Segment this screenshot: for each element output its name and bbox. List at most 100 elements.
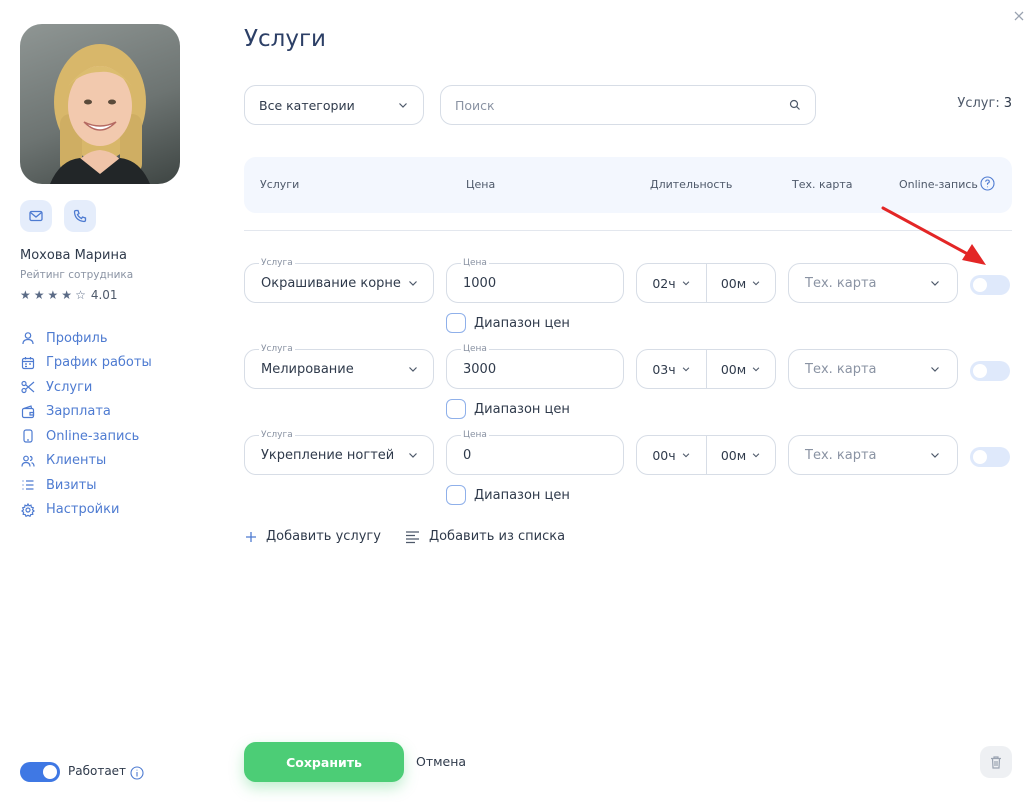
info-icon[interactable] [130, 765, 144, 784]
search-field[interactable] [440, 85, 816, 125]
services-count: Услуг: 3 [957, 96, 1012, 111]
employee-photo [20, 24, 180, 184]
hours-select[interactable]: 00ч [637, 436, 706, 474]
chevron-down-icon [931, 367, 939, 372]
add-service-button[interactable]: Добавить услугу [244, 529, 381, 544]
chevron-down-icon [399, 103, 407, 108]
tech-card-select[interactable]: Тех. карта [788, 435, 958, 475]
price-range-label: Диапазон цен [474, 315, 570, 331]
email-button[interactable] [20, 200, 52, 232]
sidebar-item-profile[interactable]: Профиль [20, 326, 152, 351]
service-name: Мелирование [261, 361, 354, 377]
star-filled-icon: ★ [33, 288, 45, 302]
sidebar-item-schedule[interactable]: График работы [20, 351, 152, 376]
services-count-value: 3 [1003, 96, 1012, 111]
page-title: Услуги [244, 26, 327, 52]
service-name: Укрепление ногтей [261, 447, 395, 463]
sidebar-item-settings[interactable]: Настройки [20, 498, 152, 523]
service-name: Окрашивание корней [261, 275, 401, 291]
save-button[interactable]: Сохранить [244, 742, 404, 782]
duration-select: 03ч 00м [636, 349, 776, 389]
column-header-price: Цена [466, 178, 496, 191]
working-status-toggle[interactable] [20, 762, 60, 782]
service-select[interactable]: Услуга Окрашивание корней [244, 257, 434, 303]
online-booking-toggle[interactable] [970, 447, 1010, 467]
price-range-option[interactable]: Диапазон цен [446, 399, 570, 419]
search-input[interactable] [455, 97, 755, 113]
chevron-down-icon [682, 281, 689, 286]
tech-card-placeholder: Тех. карта [805, 361, 877, 377]
field-label: Цена [461, 257, 489, 269]
sidebar-item-label: Визиты [46, 477, 97, 493]
category-select[interactable]: Все категории [244, 85, 424, 125]
sidebar-item-label: Услуги [46, 379, 93, 395]
rating-value: 4.01 [90, 288, 118, 302]
chevron-down-icon [931, 281, 939, 286]
tech-card-placeholder: Тех. карта [805, 275, 877, 291]
close-icon[interactable] [1012, 8, 1028, 24]
text-lines-icon [405, 530, 421, 544]
hours-value: 02ч [652, 275, 676, 291]
phone-icon [20, 428, 36, 444]
hours-value: 00ч [652, 447, 676, 463]
chevron-down-icon [682, 453, 689, 458]
sidebar-item-salary[interactable]: Зарплата [20, 400, 152, 425]
price-input[interactable]: Цена 3000 [446, 343, 624, 389]
chevron-down-icon [931, 453, 939, 458]
sidebar-item-label: График работы [46, 355, 152, 371]
chevron-down-icon [752, 367, 760, 372]
tech-card-select[interactable]: Тех. карта [788, 263, 958, 303]
calendar-icon [20, 355, 36, 371]
employee-rating: ★ ★ ★ ★ ☆ 4.01 [20, 288, 118, 302]
hours-value: 03ч [652, 361, 676, 377]
field-label: Услуга [259, 257, 295, 269]
minutes-select[interactable]: 00м [706, 264, 775, 302]
price-value: 1000 [463, 275, 497, 291]
cancel-button[interactable]: Отмена [416, 754, 466, 769]
price-input[interactable]: Цена 0 [446, 429, 624, 475]
hours-select[interactable]: 02ч [637, 264, 706, 302]
price-range-checkbox[interactable] [446, 399, 466, 419]
duration-select: 02ч 00м [636, 263, 776, 303]
price-range-checkbox[interactable] [446, 313, 466, 333]
sidebar-item-clients[interactable]: Клиенты [20, 449, 152, 474]
help-icon[interactable] [980, 176, 995, 195]
column-header-duration: Длительность [650, 178, 733, 191]
service-select[interactable]: Услуга Укрепление ногтей [244, 429, 434, 475]
hours-select[interactable]: 03ч [637, 350, 706, 388]
price-value: 3000 [463, 361, 497, 377]
minutes-select[interactable]: 00м [706, 350, 775, 388]
column-header-online-booking: Online-запись [899, 178, 978, 191]
sidebar-item-online-booking[interactable]: Online-запись [20, 424, 152, 449]
add-service-label: Добавить услугу [266, 529, 381, 544]
user-icon [20, 330, 36, 346]
star-filled-icon: ★ [61, 288, 73, 302]
chevron-down-icon [409, 367, 417, 372]
delete-button[interactable] [980, 746, 1012, 778]
sidebar-item-services[interactable]: Услуги [20, 375, 152, 400]
price-input[interactable]: Цена 1000 [446, 257, 624, 303]
tech-card-select[interactable]: Тех. карта [788, 349, 958, 389]
search-icon[interactable] [789, 99, 801, 111]
add-from-list-button[interactable]: Добавить из списка [405, 529, 565, 544]
online-booking-toggle[interactable] [970, 361, 1010, 381]
service-select[interactable]: Услуга Мелирование [244, 343, 434, 389]
working-status-label: Работает [68, 764, 127, 778]
price-range-option[interactable]: Диапазон цен [446, 485, 570, 505]
online-booking-toggle[interactable] [970, 275, 1010, 295]
price-range-option[interactable]: Диапазон цен [446, 313, 570, 333]
sidebar-item-label: Зарплата [46, 404, 111, 420]
price-value: 0 [463, 447, 472, 463]
sidebar-item-visits[interactable]: Визиты [20, 473, 152, 498]
phone-icon [73, 209, 87, 223]
call-button[interactable] [64, 200, 96, 232]
scissors-icon [20, 379, 36, 395]
chevron-down-icon [409, 453, 417, 458]
price-range-checkbox[interactable] [446, 485, 466, 505]
sidebar-nav: Профиль График работы Услуги Зарплата On… [20, 326, 152, 522]
divider [244, 230, 1012, 231]
chevron-down-icon [752, 281, 760, 286]
chevron-down-icon [409, 281, 417, 286]
minutes-select[interactable]: 00м [706, 436, 775, 474]
field-label: Цена [461, 429, 489, 441]
